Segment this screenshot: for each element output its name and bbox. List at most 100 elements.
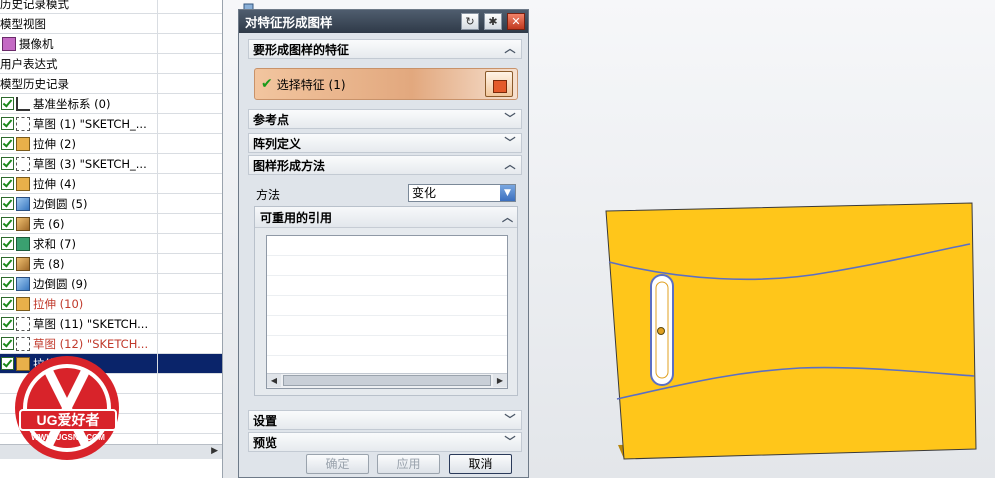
visibility-checkbox[interactable] (1, 297, 14, 310)
navigator-extra-cell (158, 154, 220, 173)
navigator-row-label: 壳 (6) (33, 216, 65, 231)
chevron-down-icon[interactable]: ﹀ (503, 412, 517, 428)
section-features-to-pattern[interactable]: 要形成图样的特征 ︿ (248, 39, 522, 59)
navigator-row-label: 模型历史记录 (0, 76, 69, 91)
section-title: 图样形成方法 (253, 158, 326, 173)
scroll-right-icon[interactable]: ▶ (493, 374, 507, 387)
list-item[interactable] (267, 256, 507, 276)
extrude-icon (16, 136, 30, 151)
visibility-checkbox[interactable] (1, 117, 14, 130)
list-item[interactable] (267, 276, 507, 296)
method-select[interactable]: 变化 ▼ (408, 184, 516, 202)
chevron-down-icon[interactable]: ﹀ (503, 434, 517, 450)
navigator-name-cell[interactable]: 边倒圆 (9) (0, 274, 158, 293)
section-reference-point[interactable]: 参考点 ﹀ (248, 109, 522, 129)
navigator-row[interactable]: 草图 (11) "SKETCH... (0, 314, 222, 334)
visibility-checkbox[interactable] (1, 317, 14, 330)
list-item[interactable] (267, 336, 507, 356)
scroll-right-icon[interactable]: ▶ (211, 446, 218, 456)
settings-icon[interactable]: ✱ (484, 13, 502, 30)
camera-icon (2, 36, 16, 51)
close-icon[interactable]: ✕ (507, 13, 525, 30)
navigator-name-cell[interactable]: 拉伸 (4) (0, 174, 158, 193)
chevron-down-icon[interactable]: ﹀ (503, 135, 517, 151)
navigator-row[interactable]: 模型历史记录 (0, 74, 222, 94)
navigator-name-cell[interactable]: 草图 (11) "SKETCH... (0, 314, 158, 333)
list-item[interactable] (267, 316, 507, 336)
dropdown-arrow-icon[interactable]: ▼ (500, 185, 515, 201)
graphics-window[interactable] (530, 0, 995, 478)
method-label: 方法 (256, 187, 281, 202)
scroll-left-icon[interactable]: ◀ (267, 374, 281, 387)
navigator-name-cell[interactable]: 模型视图 (0, 14, 158, 33)
navigator-row[interactable]: 拉伸 (10) (0, 294, 222, 314)
navigator-row-label: 拉伸 (2) (33, 136, 76, 151)
navigator-name-cell[interactable]: 壳 (6) (0, 214, 158, 233)
sketch-icon (16, 316, 30, 331)
visibility-checkbox[interactable] (1, 97, 14, 110)
navigator-row[interactable]: 壳 (8) (0, 254, 222, 274)
visibility-checkbox[interactable] (1, 217, 14, 230)
navigator-row[interactable]: 边倒圆 (9) (0, 274, 222, 294)
reset-icon[interactable]: ↻ (461, 13, 479, 30)
navigator-extra-cell (158, 34, 220, 53)
select-feature-row[interactable]: ✔ 选择特征 (1) (254, 68, 518, 100)
visibility-checkbox[interactable] (1, 137, 14, 150)
navigator-row[interactable]: 拉伸 (4) (0, 174, 222, 194)
select-feature-button[interactable] (485, 71, 513, 97)
list-hscrollbar[interactable]: ◀ ▶ (267, 373, 507, 388)
navigator-name-cell[interactable]: 边倒圆 (5) (0, 194, 158, 213)
navigator-name-cell[interactable]: 用户表达式 (0, 54, 158, 73)
navigator-row[interactable]: 边倒圆 (5) (0, 194, 222, 214)
section-preview[interactable]: 预览 ﹀ (248, 432, 522, 452)
section-pattern-method[interactable]: 图样形成方法 ︿ (248, 155, 522, 175)
section-array-definition[interactable]: 阵列定义 ﹀ (248, 133, 522, 153)
visibility-checkbox[interactable] (1, 157, 14, 170)
navigator-row[interactable]: 求和 (7) (0, 234, 222, 254)
navigator-name-cell[interactable]: 草图 (1) "SKETCH_... (0, 114, 158, 133)
navigator-name-cell[interactable]: 求和 (7) (0, 234, 158, 253)
visibility-checkbox[interactable] (1, 257, 14, 270)
ugsnx-watermark-logo: UG爱好者 WWW.UGSNX.COM (15, 356, 119, 460)
navigator-name-cell[interactable]: 壳 (8) (0, 254, 158, 273)
navigator-row[interactable]: 草图 (1) "SKETCH_... (0, 114, 222, 134)
navigator-extra-cell (158, 0, 220, 13)
cancel-button[interactable]: 取消 (449, 454, 512, 474)
list-item[interactable] (267, 236, 507, 256)
reusable-references-header[interactable]: 可重用的引用 ︿ (255, 207, 517, 228)
visibility-checkbox[interactable] (1, 277, 14, 290)
navigator-row[interactable]: 壳 (6) (0, 214, 222, 234)
visibility-checkbox[interactable] (1, 177, 14, 190)
navigator-name-cell[interactable]: 拉伸 (10) (0, 294, 158, 313)
navigator-name-cell[interactable]: 草图 (3) "SKETCH_... (0, 154, 158, 173)
navigator-name-cell[interactable]: 拉伸 (2) (0, 134, 158, 153)
navigator-name-cell[interactable]: 摄像机 (0, 34, 158, 53)
navigator-row[interactable]: 基准坐标系 (0) (0, 94, 222, 114)
navigator-name-cell[interactable]: 模型历史记录 (0, 74, 158, 93)
visibility-checkbox[interactable] (1, 197, 14, 210)
apply-button[interactable]: 应用 (377, 454, 440, 474)
navigator-row[interactable]: 模型视图 (0, 14, 222, 34)
navigator-name-cell[interactable]: 基准坐标系 (0) (0, 94, 158, 113)
pattern-feature-dialog: 对特征形成图样 ↻ ✱ ✕ 要形成图样的特征 ︿ ✔ 选择特征 (1) 参考点 … (238, 9, 529, 478)
chevron-up-icon[interactable]: ︿ (502, 209, 513, 225)
section-settings[interactable]: 设置 ﹀ (248, 410, 522, 430)
visibility-checkbox[interactable] (1, 237, 14, 250)
navigator-row[interactable]: 摄像机 (0, 34, 222, 54)
feature-icon (493, 80, 507, 93)
chevron-up-icon[interactable]: ︿ (503, 41, 517, 57)
chevron-up-icon[interactable]: ︿ (503, 157, 517, 173)
ok-button[interactable]: 确定 (306, 454, 369, 474)
scroll-thumb[interactable] (283, 375, 491, 386)
shell-icon (16, 256, 30, 271)
navigator-row[interactable]: 拉伸 (2) (0, 134, 222, 154)
navigator-row[interactable]: 历史记录模式 (0, 0, 222, 14)
reusable-references-list[interactable]: ◀ ▶ (266, 235, 508, 389)
list-item[interactable] (267, 296, 507, 316)
navigator-row[interactable]: 用户表达式 (0, 54, 222, 74)
navigator-row-label: 历史记录模式 (0, 0, 69, 11)
navigator-extra-cell (158, 54, 220, 73)
navigator-row[interactable]: 草图 (3) "SKETCH_... (0, 154, 222, 174)
navigator-name-cell[interactable]: 历史记录模式 (0, 0, 158, 13)
chevron-down-icon[interactable]: ﹀ (503, 111, 517, 127)
